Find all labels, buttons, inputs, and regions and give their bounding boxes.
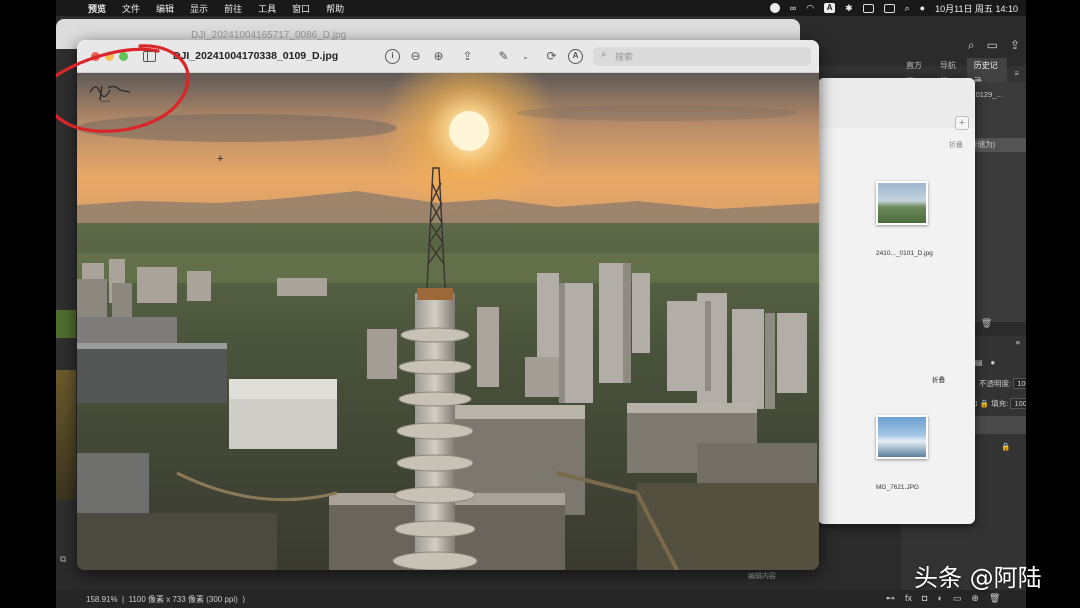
add-button[interactable]: +: [955, 116, 969, 130]
signature-logo: ziyuzhe: [89, 85, 131, 103]
desktop-screen: 预览 文件 编辑 显示 前往 工具 窗口 帮助 ∞ ◠ A ✱ ⌕ ● 10月1…: [56, 0, 1026, 608]
crosshair-cursor-icon: +: [217, 153, 224, 165]
file-browser-window: + 折叠 2410..._0101_D.jpg 折叠 MG_7621.JPG: [818, 78, 975, 524]
menubar-clock[interactable]: 10月11日 周五 14:10: [935, 2, 1018, 15]
layers-panel-menu-icon[interactable]: ≡: [1016, 338, 1020, 347]
trash-icon[interactable]: 🗑: [981, 318, 992, 329]
ps-screen-mode-icon[interactable]: ⧉: [60, 554, 66, 565]
input-source-indicator[interactable]: A: [824, 3, 836, 13]
fx-icon[interactable]: fx: [905, 593, 912, 604]
fill-label: 填充:: [991, 399, 1009, 408]
preview-window: DJI_20241004170338_0109_D.jpg i ⊖ ⊕ ⇪ ✎ …: [77, 40, 819, 570]
search-input[interactable]: [615, 49, 805, 64]
panel-menu-icon[interactable]: ≡: [1007, 66, 1026, 82]
watermark-text: 头条 @阿陆: [914, 564, 1042, 592]
menu-edit[interactable]: 编辑: [148, 2, 182, 15]
search-field[interactable]: ⌕: [593, 47, 811, 66]
spotlight-icon[interactable]: ⌕: [905, 3, 910, 14]
document-title: DJI_20241004170338_0109_D.jpg: [173, 50, 339, 62]
preview-title-bar: DJI_20241004170338_0109_D.jpg i ⊖ ⊕ ⇪ ✎ …: [77, 40, 819, 73]
layer-lock-icon: 🔒: [1001, 442, 1011, 451]
file-thumbnail-1[interactable]: [876, 181, 928, 225]
menu-tools[interactable]: 工具: [250, 2, 284, 15]
sidebar-toggle-icon[interactable]: [143, 51, 156, 62]
file-thumbnail-2[interactable]: [876, 415, 928, 459]
filter-toggle-icon[interactable]: ●: [990, 358, 995, 368]
rotate-icon[interactable]: ⟳: [544, 49, 559, 64]
photo-canvas[interactable]: +: [77, 73, 819, 570]
close-button[interactable]: [91, 52, 100, 61]
chevron-down-icon[interactable]: ⌄: [518, 49, 533, 64]
minimize-button[interactable]: [105, 52, 114, 61]
mask-icon[interactable]: ◘: [922, 593, 927, 604]
info-icon[interactable]: i: [385, 49, 400, 64]
markup-toolbar-icon[interactable]: A: [568, 49, 583, 64]
ps-canvas-edge-golden: [56, 370, 76, 500]
delete-layer-icon[interactable]: 🗑: [989, 593, 1000, 604]
ps-left-strip: ⧉: [56, 40, 76, 564]
new-layer-icon[interactable]: ⊕: [971, 593, 979, 604]
share-icon[interactable]: ⇪: [460, 49, 475, 64]
markup-pen-icon[interactable]: ✎: [496, 49, 511, 64]
status-zoom-info: 158.91% | 1100 像素 x 733 像素 (300 ppi) ⟩: [86, 595, 246, 604]
siri-icon[interactable]: ●: [920, 3, 925, 13]
menu-help[interactable]: 帮助: [318, 2, 352, 15]
opacity-label: 不透明度:: [979, 379, 1012, 388]
adjustment-icon[interactable]: ◐: [937, 593, 942, 604]
menu-file[interactable]: 文件: [114, 2, 148, 15]
ps-workspace-icon[interactable]: ▭: [987, 38, 998, 52]
file-name-2[interactable]: MG_7621.JPG: [876, 484, 919, 491]
file-name-1[interactable]: 2410..._0101_D.jpg: [876, 250, 933, 257]
ps-status-bar: 158.91% | 1100 像素 x 733 像素 (300 ppi) ⟩ ⊷…: [56, 590, 1026, 608]
file-browser-header: [818, 78, 975, 128]
ps-canvas-edge-green: [56, 310, 76, 338]
record-icon[interactable]: [769, 3, 780, 13]
menu-window[interactable]: 窗口: [284, 2, 318, 15]
ps-search-icon[interactable]: ⌕: [968, 38, 975, 53]
menu-bar: 预览 文件 编辑 显示 前往 工具 窗口 帮助 ∞ ◠ A ✱ ⌕ ● 10月1…: [56, 0, 1026, 16]
status-menus: ∞ ◠ A ✱ ⌕ ● 10月11日 周五 14:10: [769, 0, 1018, 16]
control-center-icon[interactable]: [883, 3, 895, 13]
group-icon[interactable]: ▭: [953, 593, 962, 604]
status-zoom[interactable]: 158.91%: [86, 595, 118, 604]
status-doc-size: 1100 像素 x 733 像素 (300 ppi): [128, 595, 238, 604]
filter-smart-icon[interactable]: ▤: [975, 358, 983, 368]
link-icon[interactable]: ⊷: [886, 593, 895, 604]
menu-view[interactable]: 显示: [182, 2, 216, 15]
opacity-field[interactable]: 100%: [1013, 378, 1026, 389]
menu-app-name[interactable]: 预览: [80, 2, 114, 15]
svg-text:ziyuzhe: ziyuzhe: [100, 99, 111, 103]
fold-toggle-2[interactable]: 折叠: [932, 374, 945, 384]
ps-top-toolbar: ⌕ ▭ ⇪: [816, 30, 1026, 60]
aerial-sunset-photo: [77, 73, 819, 570]
zoom-in-icon[interactable]: ⊕: [431, 49, 446, 64]
opacity-control: 不透明度: 100%: [979, 378, 1026, 389]
zoom-button[interactable]: [119, 52, 128, 61]
zoom-out-icon[interactable]: ⊖: [408, 49, 423, 64]
fold-toggle-1[interactable]: 折叠: [949, 140, 963, 150]
battery-icon[interactable]: [862, 3, 874, 13]
search-icon: ⌕: [601, 49, 607, 60]
wifi-icon[interactable]: ◠: [806, 3, 814, 14]
creative-cloud-icon[interactable]: ∞: [790, 3, 796, 13]
bluetooth-icon[interactable]: ✱: [845, 3, 853, 14]
ps-share-icon[interactable]: ⇪: [1010, 38, 1020, 52]
fill-field[interactable]: 100%: [1010, 398, 1026, 409]
edit-contents-label[interactable]: 编辑内容: [748, 571, 776, 581]
menu-go[interactable]: 前往: [216, 2, 250, 15]
layer-actions: ⊷ fx ◘ ◐ ▭ ⊕ 🗑: [886, 593, 1000, 604]
